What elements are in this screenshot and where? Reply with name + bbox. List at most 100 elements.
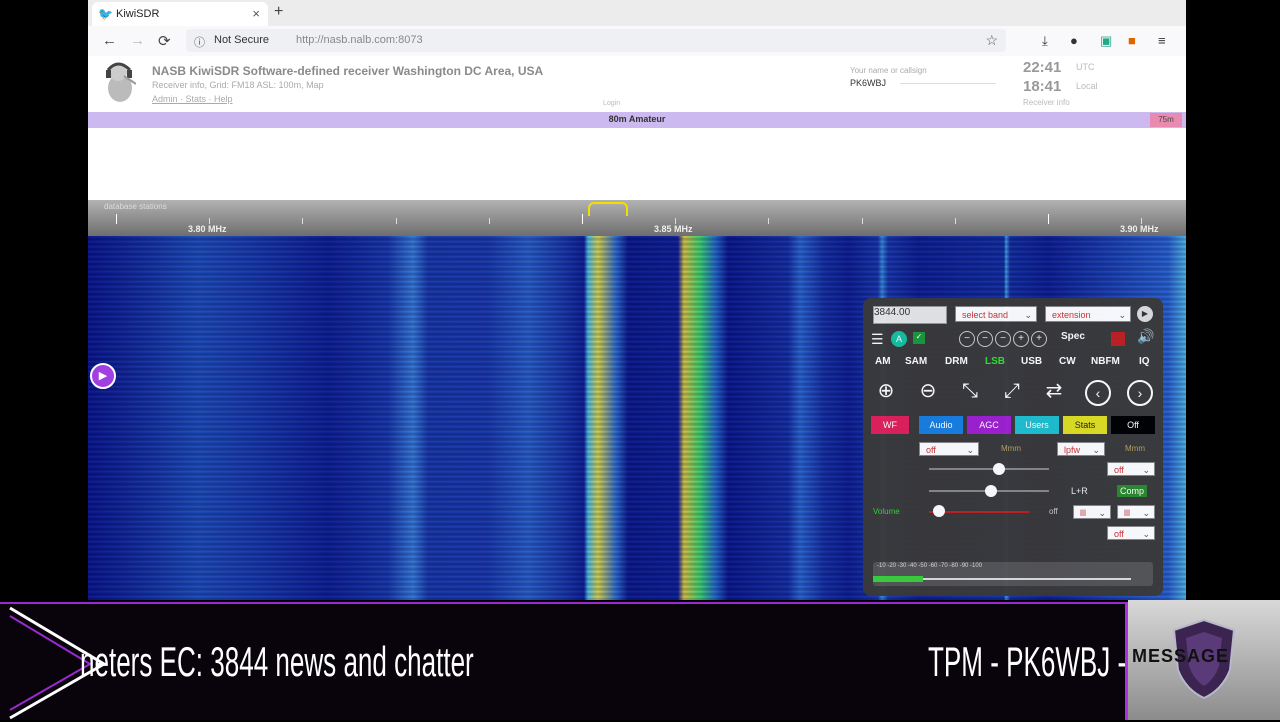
page-right-icon[interactable]: › — [1127, 380, 1153, 406]
band-bar[interactable]: 80m Amateur 75m — [88, 112, 1186, 128]
scale-tick — [489, 218, 490, 224]
row2-select[interactable]: off ⌄ — [1107, 462, 1155, 476]
s-meter-bar — [873, 576, 923, 582]
zoom-out-icon[interactable]: ⊖ — [915, 378, 941, 404]
local-label: Local — [1076, 81, 1098, 91]
row1-select-value: off — [926, 445, 936, 455]
url-bar[interactable]: ⓘ Not Secure http://nasb.nalb.com:8073 ☆ — [186, 29, 1006, 52]
row1-select[interactable]: off ⌄ — [919, 442, 979, 456]
swap-arrows-icon[interactable]: ⇄ — [1041, 378, 1067, 404]
slider-1-track[interactable] — [929, 468, 1049, 470]
navigation-bar: ← → ⟳ ⓘ Not Secure http://nasb.nalb.com:… — [88, 26, 1186, 57]
band-select-value: select band — [962, 310, 1009, 320]
scale-tick — [862, 218, 863, 224]
row4-select[interactable]: lll ⌄ — [1073, 505, 1111, 519]
browser-tab[interactable]: 🐦 KiwiSDR × — [92, 2, 268, 26]
scale-tick — [675, 218, 676, 224]
mode-cw[interactable]: CW — [1059, 356, 1076, 367]
account-icon[interactable]: ● — [1070, 33, 1078, 48]
receiver-info-link[interactable]: Receiver info — [1023, 98, 1070, 107]
slider-2-knob[interactable] — [985, 485, 997, 497]
band-select[interactable]: select band ⌄ — [955, 306, 1037, 322]
back-button[interactable]: ← — [102, 32, 117, 49]
panel-play-icon[interactable]: ▶ — [1137, 306, 1153, 322]
row1-button[interactable]: Mmm — [1001, 444, 1021, 453]
extension-select[interactable]: extension ⌄ — [1045, 306, 1131, 322]
step-up-small-icon[interactable]: + — [1013, 331, 1029, 347]
close-tab-icon[interactable]: × — [252, 6, 260, 21]
mode-nbfm[interactable]: NBFM — [1091, 356, 1120, 367]
hamburger-menu-icon[interactable]: ☰ — [871, 331, 884, 348]
bookmark-star-icon[interactable]: ☆ — [985, 32, 998, 49]
forward-button[interactable]: → — [130, 32, 145, 49]
chevron-down-icon: ⌄ — [966, 445, 974, 455]
volume-slider-knob[interactable] — [933, 505, 945, 517]
step-down-medium-icon[interactable]: − — [977, 331, 993, 347]
mode-drm[interactable]: DRM — [945, 356, 968, 367]
news-ticker: neters EC: 3844 news and chatter TPM - P… — [0, 602, 1162, 720]
mode-iq[interactable]: IQ — [1139, 356, 1150, 367]
tab-stats[interactable]: Stats — [1063, 416, 1107, 434]
scale-frequency-label: 3.85 MHz — [654, 224, 693, 234]
frequency-input[interactable]: 3844.00 — [873, 306, 947, 324]
extension-icon[interactable]: ▣ — [1100, 33, 1112, 49]
download-icon[interactable]: ⤓ — [1042, 33, 1048, 49]
green-square-icon[interactable]: ✓ — [913, 332, 925, 344]
not-secure-label: Not Secure — [214, 34, 270, 46]
row4-select2[interactable]: lll ⌄ — [1117, 505, 1155, 519]
receiver-subtitle[interactable]: Receiver info, Grid: FM18 ASL: 100m, Map — [152, 80, 324, 90]
comp-button[interactable]: Comp — [1117, 485, 1148, 497]
receiver-links[interactable]: Admin · Stats · Help — [152, 94, 233, 104]
tab-wf[interactable]: WF — [871, 416, 909, 434]
band-label: 80m Amateur — [608, 114, 666, 124]
zoom-in-icon[interactable]: ⊕ — [873, 378, 899, 404]
s-meter: -10 -20 -30 -40 -50 -60 -70 -80 -90 -100 — [873, 562, 1153, 586]
row1-select2[interactable]: lpfw ⌄ — [1057, 442, 1105, 456]
url-text[interactable]: http://nasb.nalb.com:8073 — [296, 34, 423, 46]
local-time: 18:41 — [1023, 78, 1062, 95]
stereo-button[interactable]: L+R — [1071, 486, 1088, 496]
row1-button2[interactable]: Mmm — [1125, 444, 1145, 453]
slider-1-knob[interactable] — [993, 463, 1005, 475]
zoom-fit-in-icon[interactable]: ⤡ — [957, 378, 983, 404]
scale-frequency-label: 3.80 MHz — [188, 224, 227, 234]
mode-lsb[interactable]: LSB — [985, 356, 1005, 367]
step-down-large-icon[interactable]: − — [959, 331, 975, 347]
logo-text: MESSAGE — [1132, 646, 1230, 666]
mode-am[interactable]: AM — [875, 356, 891, 367]
not-secure-icon: ⓘ — [194, 37, 205, 49]
utc-label: UTC — [1076, 62, 1095, 72]
step-down-small-icon[interactable]: − — [995, 331, 1011, 347]
user-name-input[interactable]: PK6WBJ — [850, 78, 886, 88]
row5-select[interactable]: off ⌄ — [1107, 526, 1155, 540]
extension-fox-icon[interactable]: ■ — [1128, 33, 1136, 48]
passband-marker[interactable] — [588, 202, 628, 216]
scale-frequency-label: 3.90 MHz — [1120, 224, 1159, 234]
frequency-scale[interactable]: database stations 3.80 MHz 3.85 MHz 3.90… — [88, 200, 1186, 236]
tab-off[interactable]: Off — [1111, 416, 1155, 434]
mode-usb[interactable]: USB — [1021, 356, 1042, 367]
tab-users[interactable]: Users — [1015, 416, 1059, 434]
page-left-icon[interactable]: ‹ — [1085, 380, 1111, 406]
login-note[interactable]: Login — [603, 100, 620, 107]
tab-agc[interactable]: AGC — [967, 416, 1011, 434]
tab-audio[interactable]: Audio — [919, 416, 963, 434]
s-meter-scale: -10 -20 -30 -40 -50 -60 -70 -80 -90 -100 — [877, 563, 983, 569]
new-tab-button[interactable]: + — [274, 3, 283, 21]
spec-button[interactable]: Spec — [1061, 331, 1085, 342]
scale-tick — [116, 214, 117, 224]
chevron-down-icon: ⌄ — [1098, 508, 1106, 518]
mode-sam[interactable]: SAM — [905, 356, 927, 367]
chevron-down-icon: ⌄ — [1092, 445, 1100, 455]
reload-button[interactable]: ⟳ — [158, 32, 171, 50]
zoom-max-icon[interactable]: ⤢ — [999, 378, 1025, 404]
speaker-icon[interactable]: 🔊 — [1137, 328, 1154, 345]
play-button[interactable]: ▶ — [90, 363, 116, 389]
band-tag[interactable]: 75m — [1150, 113, 1182, 127]
record-square-icon[interactable] — [1111, 332, 1125, 346]
menu-icon[interactable]: ≡ — [1158, 33, 1166, 48]
status-circle-icon[interactable]: A — [891, 331, 907, 347]
extension-select-value: extension — [1052, 310, 1091, 320]
step-up-large-icon[interactable]: + — [1031, 331, 1047, 347]
tab-bar: 🐦 KiwiSDR × + — [88, 0, 1186, 26]
